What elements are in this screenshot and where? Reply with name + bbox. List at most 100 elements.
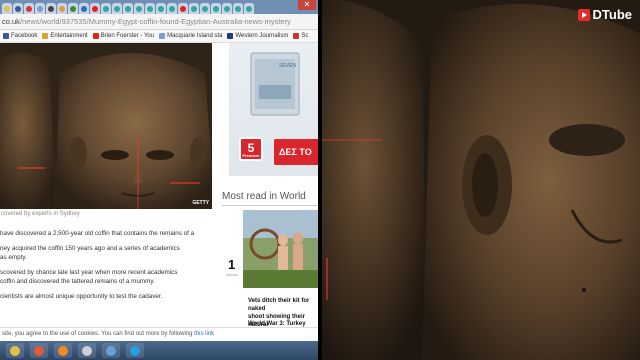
most-read-rank: 1 bbox=[228, 257, 236, 272]
bookmark-label: Western Journalism bbox=[235, 33, 289, 39]
article-paragraph: have discovered a 2,500-year old coffin … bbox=[0, 230, 195, 237]
dtube-brand-text: DTube bbox=[592, 7, 632, 22]
browser-tab[interactable] bbox=[57, 3, 67, 14]
tab-favicon-icon bbox=[235, 5, 241, 12]
tab-favicon-icon bbox=[136, 5, 142, 12]
ad-badge: 5 Premium bbox=[239, 137, 263, 161]
folder-icon bbox=[106, 345, 116, 356]
dtube-logo-icon bbox=[577, 8, 590, 21]
browser-tab-strip: ✕ bbox=[0, 0, 318, 14]
video-frame-panel: DTube bbox=[322, 0, 640, 360]
bookmark-label: Brien Foerster - You bbox=[100, 33, 155, 39]
youtube-icon bbox=[92, 33, 99, 39]
bookmark-entertainment[interactable]: Entertainment bbox=[42, 33, 88, 39]
browser-tab[interactable] bbox=[123, 3, 133, 14]
tab-favicon-icon bbox=[92, 5, 98, 12]
bookmark-label: Entertainment bbox=[50, 33, 88, 39]
browser-tab[interactable] bbox=[79, 3, 89, 14]
browser-tab[interactable] bbox=[68, 3, 78, 14]
bookmark-icon bbox=[293, 33, 300, 39]
cookie-notice: site, you agree to the use of cookies. Y… bbox=[0, 327, 318, 341]
tab-favicon-icon bbox=[125, 5, 131, 12]
browser-tab[interactable] bbox=[90, 3, 100, 14]
tab-favicon-icon bbox=[202, 5, 208, 12]
address-bar[interactable]: co.uk/news/world/937535/Mummy-Egypt-coff… bbox=[0, 14, 318, 30]
url-text: co.uk/news/world/937535/Mummy-Egypt-coff… bbox=[2, 17, 291, 26]
bookmark-icon bbox=[42, 33, 49, 39]
coffin-closeup-illustration bbox=[322, 0, 640, 360]
article-paragraph: cientists are almost unique opportunity … bbox=[0, 293, 163, 300]
bookmarks-bar: Facebook Entertainment Brien Foerster - … bbox=[0, 30, 318, 43]
chrome-taskbar-button[interactable] bbox=[6, 343, 24, 358]
dtube-watermark: DTube bbox=[577, 7, 632, 22]
tab-favicon-icon bbox=[48, 5, 54, 12]
most-read-thumbnail[interactable] bbox=[243, 210, 318, 288]
browser-tab[interactable] bbox=[200, 3, 210, 14]
browser-tab[interactable] bbox=[178, 3, 188, 14]
tab-favicon-icon bbox=[4, 5, 10, 12]
cookie-policy-link[interactable]: this link bbox=[194, 331, 214, 337]
advertisement[interactable]: SEVEN 5 Premium ΔΕΣ ΤΟ bbox=[229, 43, 318, 176]
firefox-icon bbox=[58, 345, 68, 356]
bookmark-sc[interactable]: Sc bbox=[293, 33, 308, 39]
browser-tab[interactable] bbox=[13, 3, 23, 14]
ad-cta-button[interactable]: ΔΕΣ ΤΟ bbox=[274, 139, 318, 165]
browser-tab[interactable] bbox=[112, 3, 122, 14]
most-read-heading: Most read in World bbox=[222, 191, 306, 202]
folder-taskbar-button[interactable] bbox=[102, 343, 120, 358]
skype-taskbar-button[interactable] bbox=[126, 343, 144, 358]
bookmark-brien-foerster[interactable]: Brien Foerster - You bbox=[92, 33, 155, 39]
ad-badge-sub: Premium bbox=[242, 153, 260, 158]
bookmark-macquarie-island[interactable]: Macquarie Island sta bbox=[159, 33, 222, 39]
article-paragraph: scovered by chance late last year when m… bbox=[0, 269, 178, 285]
tab-favicon-icon bbox=[59, 5, 65, 12]
app-icon bbox=[82, 345, 92, 356]
tab-favicon-icon bbox=[213, 5, 219, 12]
facebook-icon bbox=[3, 33, 9, 39]
tab-favicon-icon bbox=[15, 5, 21, 12]
tab-favicon-icon bbox=[81, 5, 87, 12]
tab-favicon-icon bbox=[103, 5, 109, 12]
browser-tab[interactable] bbox=[211, 3, 221, 14]
browser-tab[interactable] bbox=[134, 3, 144, 14]
browser-tab[interactable] bbox=[156, 3, 166, 14]
browser-tab[interactable] bbox=[233, 3, 243, 14]
tab-favicon-icon bbox=[246, 5, 252, 12]
url-path: /news/world/937535/Mummy-Egypt-coffin-fo… bbox=[19, 17, 291, 26]
browser-tab[interactable] bbox=[145, 3, 155, 14]
bookmark-icon bbox=[159, 33, 166, 39]
browser-tab[interactable] bbox=[2, 3, 12, 14]
article-photo-coffin: GETTY bbox=[0, 43, 212, 209]
browser-tab[interactable] bbox=[35, 3, 45, 14]
url-domain: co.uk bbox=[2, 17, 20, 26]
chrome-icon bbox=[10, 345, 20, 356]
browser-tab[interactable] bbox=[101, 3, 111, 14]
thumbnail-illustration bbox=[243, 210, 318, 288]
article-body: have discovered a 2,500-year old coffin … bbox=[0, 229, 214, 307]
tab-favicon-icon bbox=[169, 5, 175, 12]
app-taskbar-button[interactable] bbox=[78, 343, 96, 358]
bookmark-western-journalism[interactable]: Western Journalism bbox=[227, 33, 288, 39]
bookmark-label: Macquarie Island sta bbox=[167, 33, 223, 39]
bookmark-facebook[interactable]: Facebook bbox=[3, 33, 37, 39]
browser-tab[interactable] bbox=[244, 3, 254, 14]
most-read-shares: shares bbox=[226, 272, 239, 277]
tab-favicon-icon bbox=[191, 5, 197, 12]
tab-favicon-icon bbox=[70, 5, 76, 12]
cookie-text: site, you agree to the use of cookies. Y… bbox=[2, 331, 195, 337]
bookmark-icon bbox=[227, 33, 234, 39]
media-taskbar-button[interactable] bbox=[30, 343, 48, 358]
browser-tab[interactable] bbox=[46, 3, 56, 14]
browser-tab[interactable] bbox=[167, 3, 177, 14]
browser-tab[interactable] bbox=[24, 3, 34, 14]
tab-favicon-icon bbox=[180, 5, 186, 12]
firefox-taskbar-button[interactable] bbox=[54, 343, 72, 358]
browser-tab[interactable] bbox=[222, 3, 232, 14]
tab-favicon-icon bbox=[114, 5, 120, 12]
window-close-button[interactable]: ✕ bbox=[298, 0, 316, 10]
article-paragraph: ney acquired the coffin 150 years ago an… bbox=[0, 245, 180, 261]
browser-tab[interactable] bbox=[189, 3, 199, 14]
media-player-icon bbox=[34, 345, 44, 356]
browser-screenshot-panel: ✕ co.uk/news/world/937535/Mummy-Egypt-co… bbox=[0, 0, 318, 360]
photo-credit: GETTY bbox=[192, 200, 209, 206]
